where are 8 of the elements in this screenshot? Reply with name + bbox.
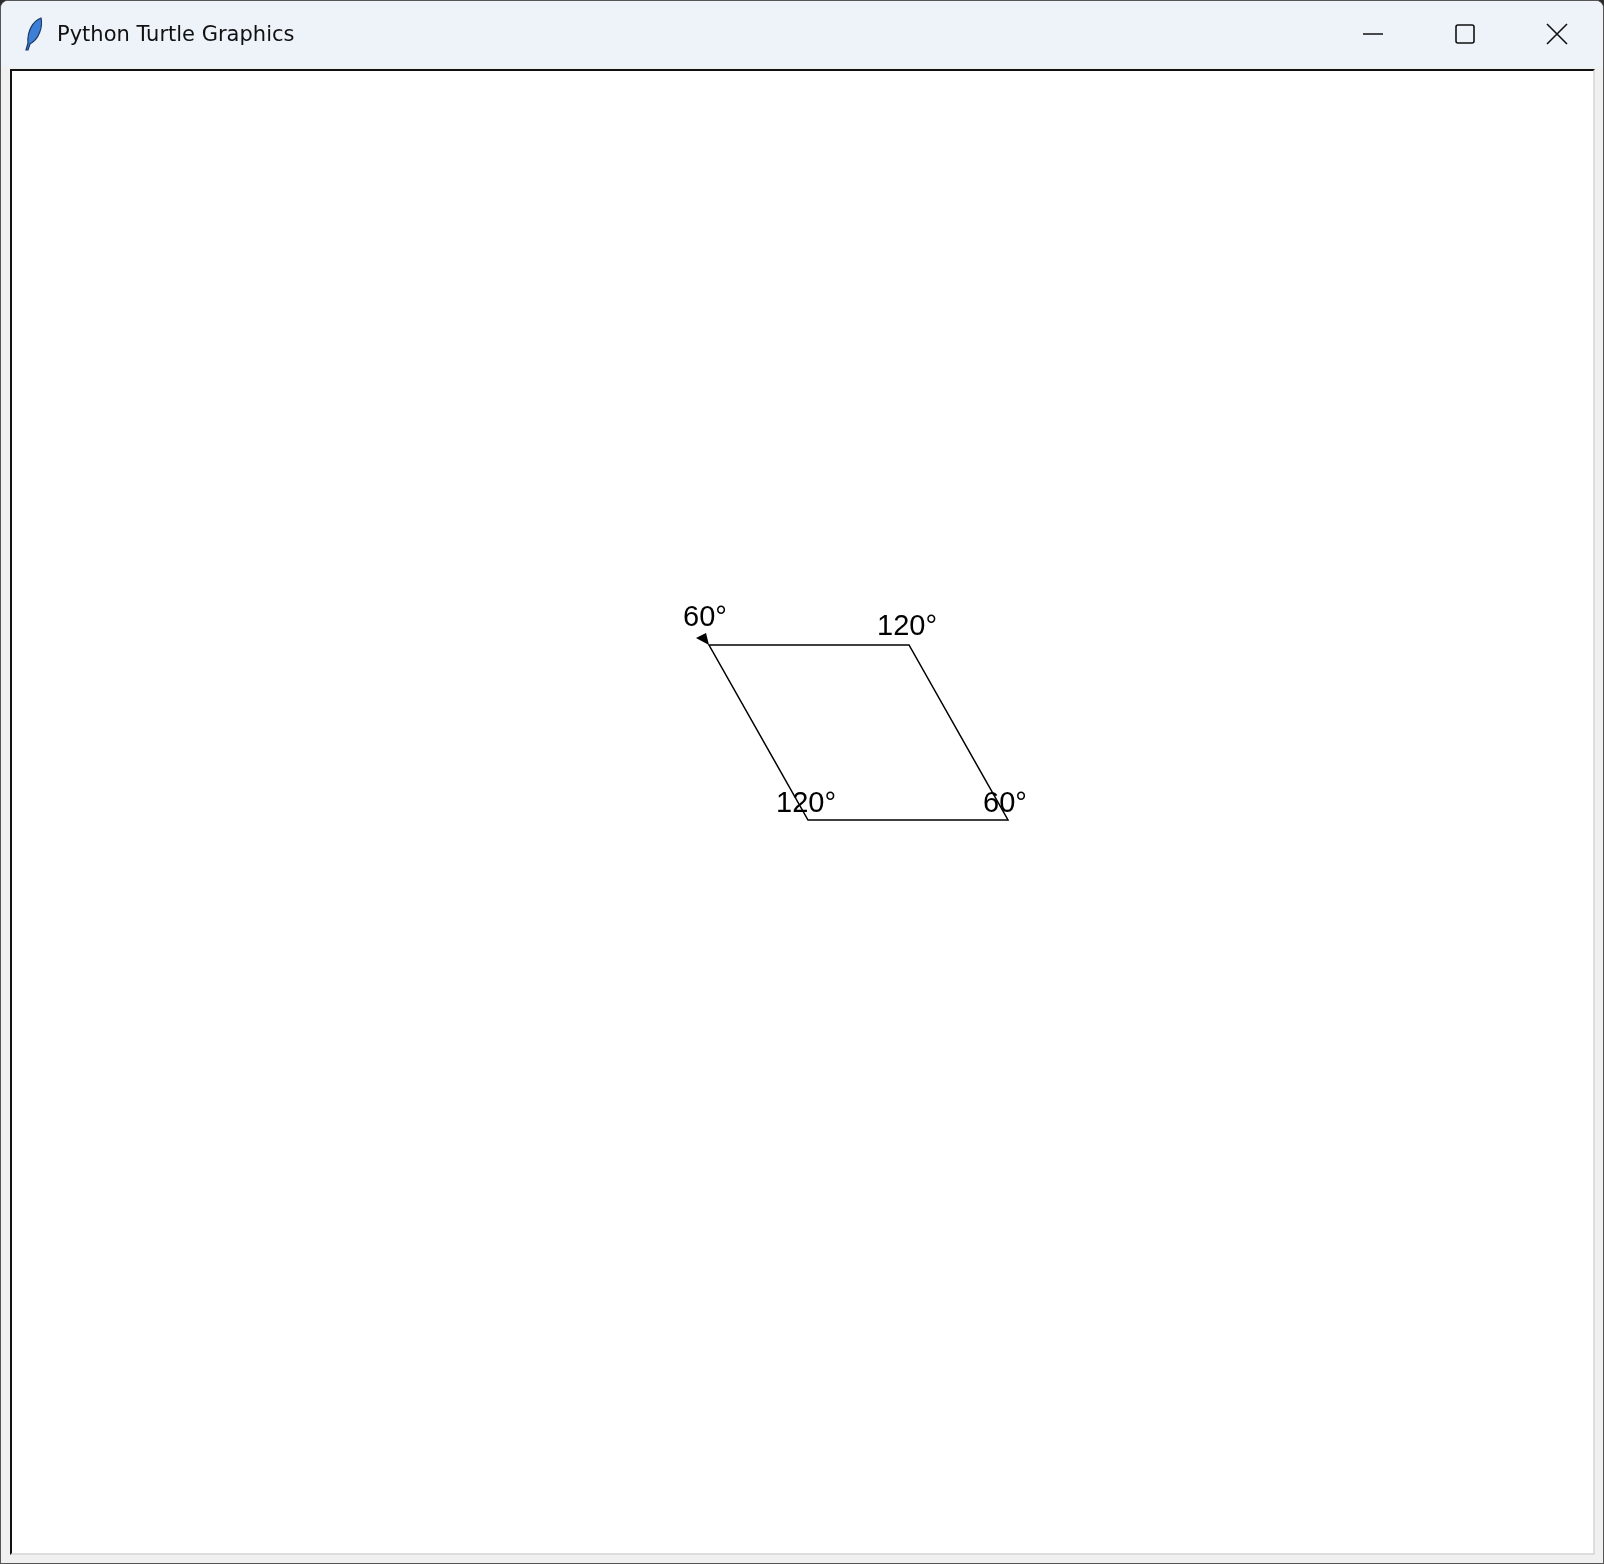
minimize-icon [1361, 33, 1385, 35]
angle-label: 120° [877, 609, 937, 641]
maximize-icon [1453, 22, 1477, 46]
feather-icon [23, 17, 45, 51]
angle-label: 60° [683, 600, 727, 632]
window-title: Python Turtle Graphics [57, 22, 296, 46]
arrow-cursor-icon [696, 633, 709, 645]
close-icon [1545, 22, 1569, 46]
